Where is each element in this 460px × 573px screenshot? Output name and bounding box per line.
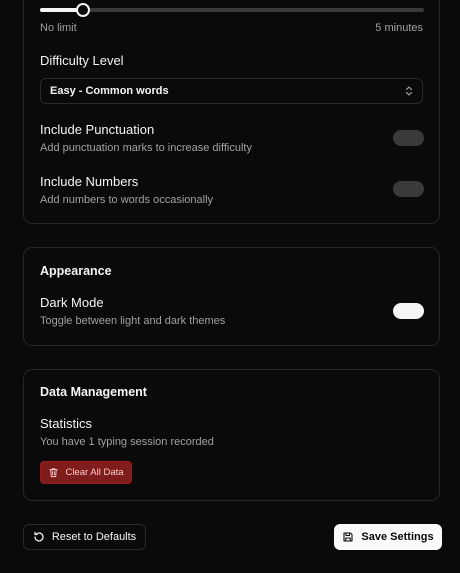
statistics-text: You have 1 typing session recorded [40,436,214,448]
chevrons-up-down-icon [405,86,413,96]
difficulty-select[interactable]: Easy - Common words [40,78,423,104]
punctuation-toggle[interactable] [393,130,424,146]
time-limit-slider[interactable] [40,3,424,17]
punctuation-label: Include Punctuation [40,122,155,137]
save-settings-label: Save Settings [361,531,434,543]
punctuation-description: Add punctuation marks to increase diffic… [40,142,252,154]
numbers-label: Include Numbers [40,174,139,189]
slider-min-label: No limit [40,22,77,34]
data-management-title: Data Management [40,385,147,399]
difficulty-selected-value: Easy - Common words [50,85,169,97]
reset-defaults-button[interactable]: Reset to Defaults [23,524,146,550]
clear-all-data-button[interactable]: Clear All Data [40,461,132,484]
trash-icon [48,467,59,478]
clear-all-data-label: Clear All Data [65,467,124,478]
statistics-label: Statistics [40,416,93,431]
dark-mode-label: Dark Mode [40,295,104,310]
save-settings-button[interactable]: Save Settings [334,524,442,550]
dark-mode-toggle[interactable] [393,303,424,319]
difficulty-label: Difficulty Level [40,53,124,68]
dark-mode-description: Toggle between light and dark themes [40,315,226,327]
numbers-description: Add numbers to words occasionally [40,194,214,206]
slider-track[interactable] [40,8,424,12]
reset-defaults-label: Reset to Defaults [51,531,137,543]
slider-max-label: 5 minutes [375,22,423,34]
appearance-title: Appearance [40,264,112,278]
numbers-toggle[interactable] [393,181,424,197]
save-icon [342,531,354,543]
rotate-ccw-icon [33,531,45,543]
